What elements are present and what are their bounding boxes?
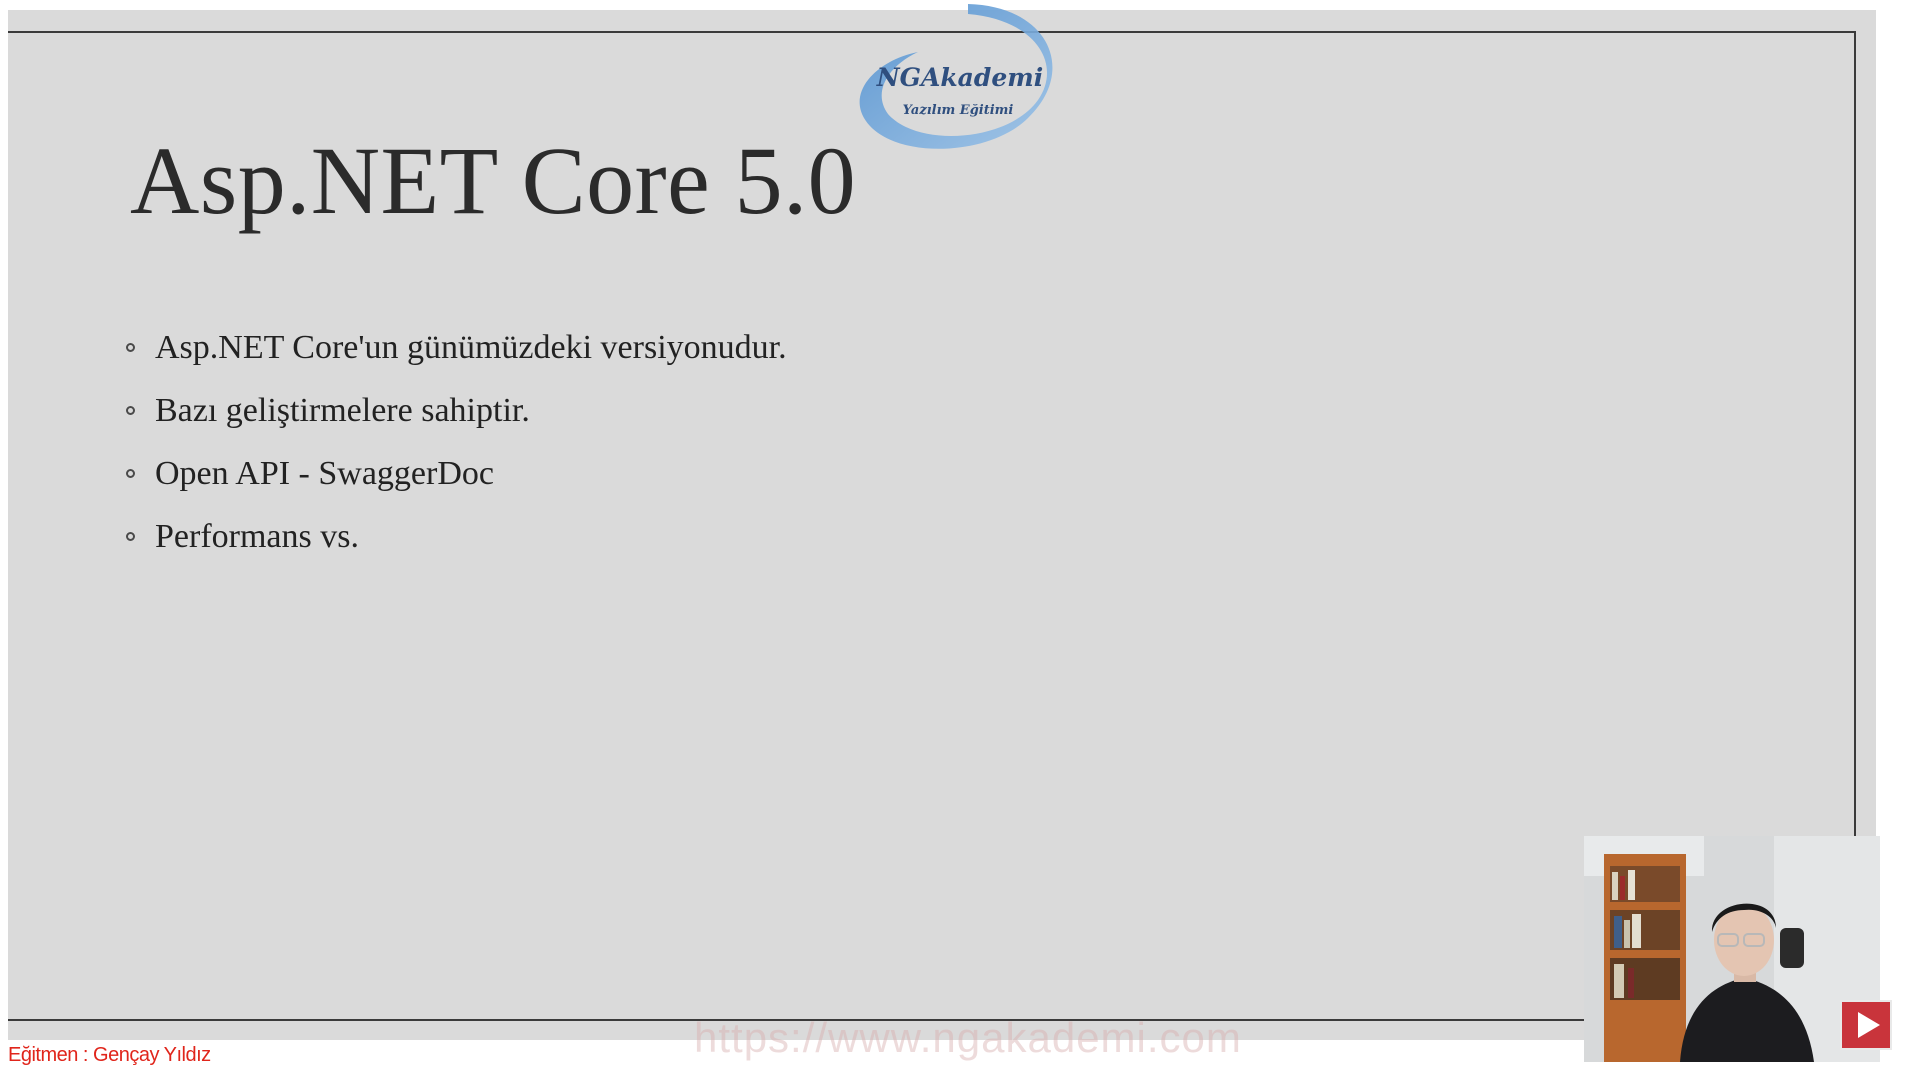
ngakademi-logo: NGAkademi Yazılım Eğitimi [848, 0, 1070, 160]
bullet-text: Performans vs. [155, 517, 359, 555]
bullet-text: Open API - SwaggerDoc [155, 454, 494, 492]
slide-title: Asp.NET Core 5.0 [130, 127, 857, 234]
webcam-overlay [1584, 836, 1880, 1062]
bullet-circle-icon [126, 469, 135, 478]
bullet-circle-icon [126, 343, 135, 352]
instructor-credit: Eğitmen : Gençay Yıldız [8, 1044, 211, 1066]
bullet-item: Asp.NET Core'un günümüzdeki versiyonudur… [126, 316, 787, 379]
play-icon [1858, 1012, 1880, 1038]
logo-tagline: Yazılım Eğitimi [903, 103, 1014, 118]
bullet-circle-icon [126, 532, 135, 541]
logo-wordmark: NGAkademi [876, 63, 1043, 92]
bullet-text: Bazı geliştirmelere sahiptir. [155, 391, 530, 429]
bullet-list: Asp.NET Core'un günümüzdeki versiyonudur… [126, 316, 787, 568]
bullet-circle-icon [126, 406, 135, 415]
bullet-item: Performans vs. [126, 505, 787, 568]
bullet-text: Asp.NET Core'un günümüzdeki versiyonudur… [155, 328, 787, 366]
bullet-item: Open API - SwaggerDoc [126, 442, 787, 505]
play-button[interactable] [1840, 1000, 1892, 1050]
webcam-feed-image [1584, 836, 1880, 1062]
url-watermark: https://www.ngakademi.com [694, 1014, 1242, 1061]
bullet-item: Bazı geliştirmelere sahiptir. [126, 379, 787, 442]
